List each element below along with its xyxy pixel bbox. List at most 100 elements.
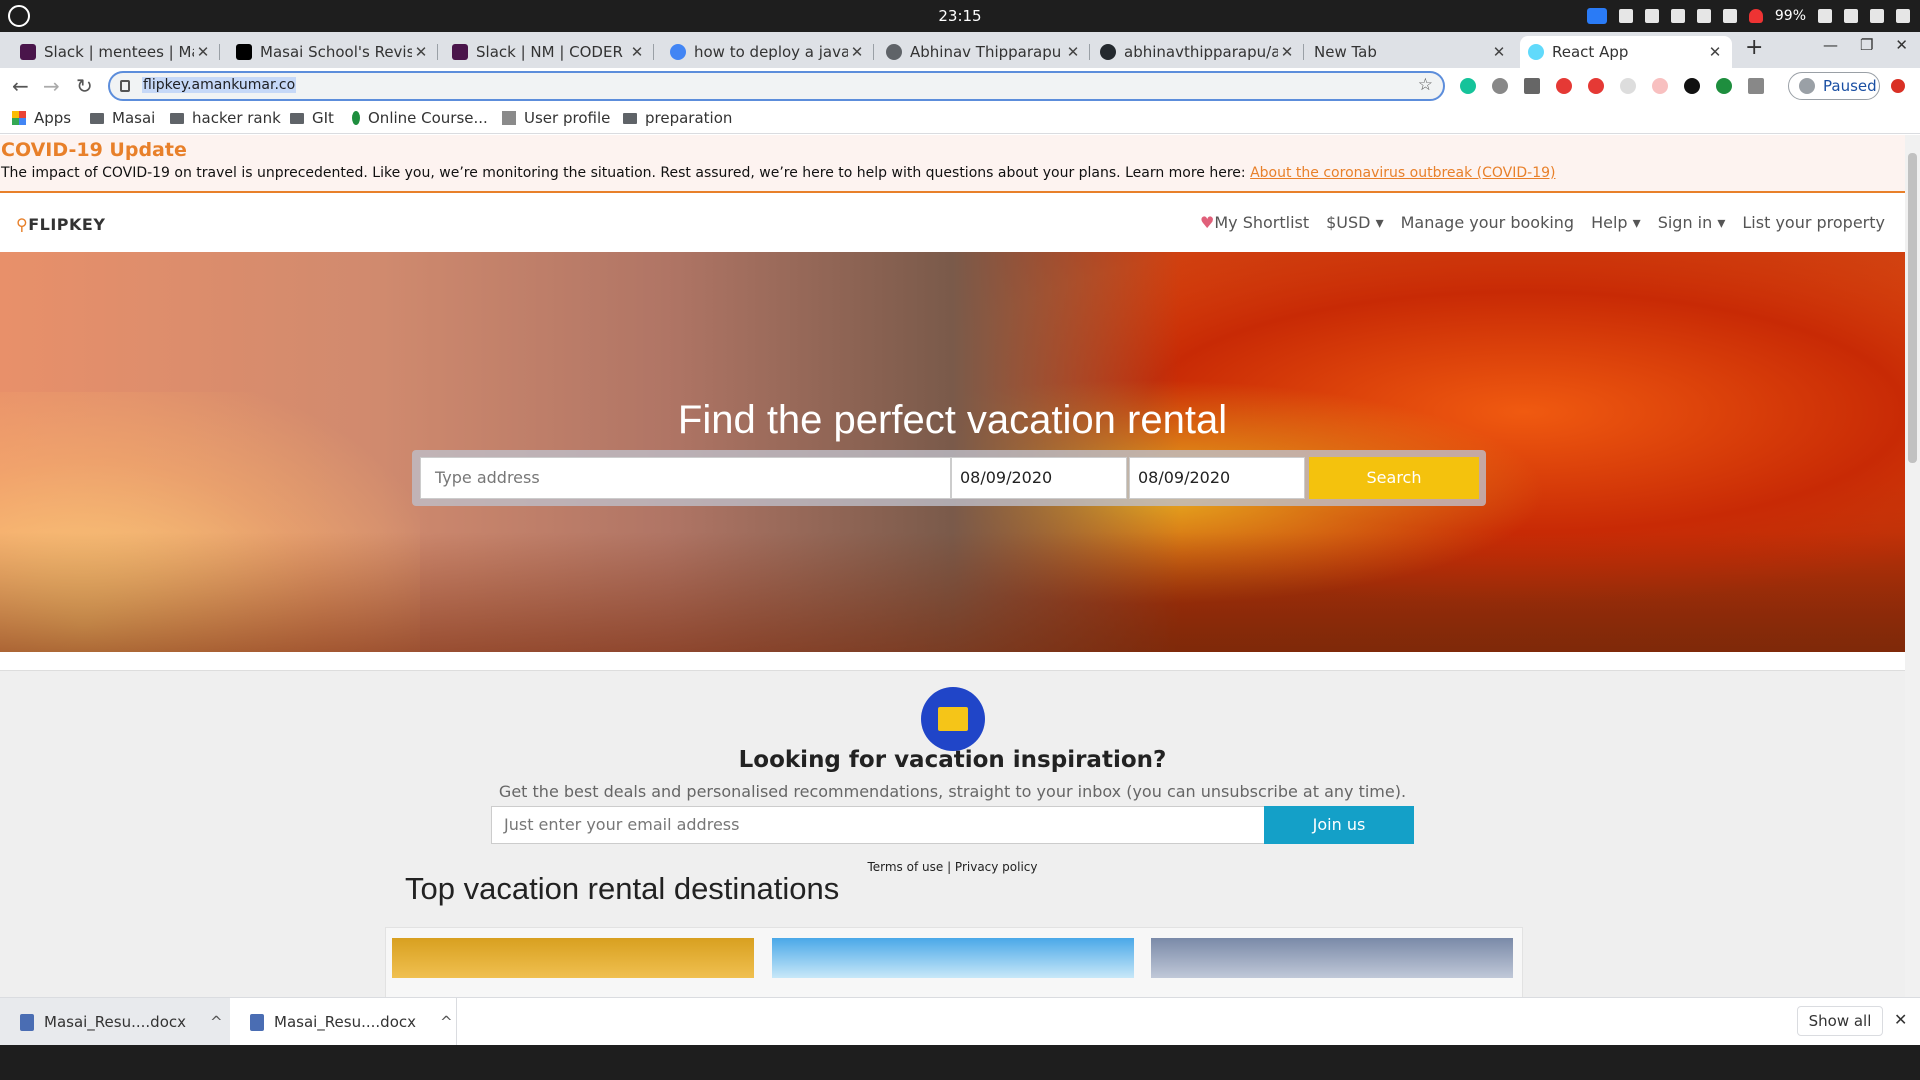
network-icon[interactable] xyxy=(1618,9,1633,23)
restore-button[interactable]: ❐ xyxy=(1860,36,1873,54)
close-icon[interactable]: ✕ xyxy=(848,43,866,61)
extension-icon[interactable] xyxy=(1620,78,1636,94)
bookmark-git[interactable]: GIt xyxy=(290,109,334,127)
bookmark-online-course[interactable]: Online Course... xyxy=(352,109,488,127)
back-button[interactable]: ← xyxy=(12,74,29,98)
caret-down-icon: ▾ xyxy=(1375,213,1384,232)
email-input[interactable]: Just enter your email address xyxy=(492,807,1264,843)
forward-button[interactable]: → xyxy=(43,74,60,98)
notification-bell-icon[interactable] xyxy=(1748,9,1763,23)
caret-down-icon: ▾ xyxy=(1717,213,1726,232)
search-button[interactable]: Search xyxy=(1309,457,1479,499)
nav-help[interactable]: Help ▾ xyxy=(1591,213,1641,232)
folder-icon xyxy=(290,112,304,124)
tab-masai-revision[interactable]: Masai School's Revision ✕ xyxy=(228,36,438,68)
tab-title: Slack | NM | CODER Sp xyxy=(476,43,628,61)
bookmark-star-icon[interactable]: ☆ xyxy=(1418,75,1433,95)
night-light-icon[interactable] xyxy=(1696,9,1711,23)
newsletter-section: Looking for vacation inspiration? Get th… xyxy=(0,670,1905,997)
nav-my-shortlist[interactable]: ♥My Shortlist xyxy=(1200,213,1309,232)
tab-google-search[interactable]: how to deploy a javasc ✕ xyxy=(662,36,874,68)
tab-github-repo[interactable]: abhinavthipparapu/ab ✕ xyxy=(1092,36,1304,68)
destination-card[interactable] xyxy=(1151,938,1513,978)
tab-slack-nm-coder[interactable]: Slack | NM | CODER Sp ✕ xyxy=(444,36,654,68)
bookmark-apps[interactable]: Apps xyxy=(12,109,71,127)
newsletter-form: Just enter your email address Join us xyxy=(491,806,1414,844)
flipkey-logo[interactable]: ⚲FLIPKEY xyxy=(16,215,105,234)
display-icon[interactable] xyxy=(1644,9,1659,23)
folder-icon[interactable] xyxy=(1722,9,1737,23)
covid-link[interactable]: About the coronavirus outbreak (COVID-19… xyxy=(1250,165,1555,181)
zoom-icon[interactable] xyxy=(1586,8,1607,24)
minimize-button[interactable]: — xyxy=(1823,36,1838,54)
close-icon[interactable]: ✕ xyxy=(194,43,212,61)
folder-icon xyxy=(90,112,104,124)
adblock-extension-icon[interactable] xyxy=(1588,78,1604,94)
profile-button[interactable]: Paused xyxy=(1788,72,1880,100)
close-icon[interactable]: ✕ xyxy=(412,43,430,61)
extension-icon[interactable] xyxy=(1716,78,1732,94)
bookmark-masai[interactable]: Masai xyxy=(90,109,155,127)
tab-abhinav-profile[interactable]: Abhinav Thipparapu ✕ xyxy=(878,36,1090,68)
extension-icon[interactable] xyxy=(1652,78,1668,94)
tab-slack-mentees[interactable]: Slack | mentees | Masai ✕ xyxy=(12,36,220,68)
new-tab-button[interactable]: + xyxy=(1745,35,1763,60)
tab-new-tab[interactable]: New Tab ✕ xyxy=(1306,36,1516,68)
nav-sign-in[interactable]: Sign in ▾ xyxy=(1658,213,1726,232)
url-text[interactable]: flipkey.amankumar.co xyxy=(142,77,297,93)
extension-icon[interactable] xyxy=(1492,78,1508,94)
download-item[interactable]: Masai_Resu....docx ^ xyxy=(0,998,230,1046)
bookmark-user-profile[interactable]: User profile xyxy=(502,109,610,127)
destination-card[interactable] xyxy=(392,938,754,978)
checkout-date-input[interactable]: 08/09/2020 xyxy=(1129,457,1305,499)
privacy-link[interactable]: Privacy policy xyxy=(955,860,1038,874)
camera-extension-icon[interactable] xyxy=(1748,78,1764,94)
chevron-up-icon[interactable]: ^ xyxy=(440,1013,453,1031)
page-scrollbar[interactable] xyxy=(1905,135,1920,997)
shield-extension-icon[interactable] xyxy=(1556,78,1572,94)
battery-icon[interactable] xyxy=(1818,9,1832,23)
hero-image-shade xyxy=(0,532,1905,652)
reload-button[interactable]: ↻ xyxy=(76,74,93,98)
checkin-date-input[interactable]: 08/09/2020 xyxy=(951,457,1127,499)
close-downloads-icon[interactable]: ✕ xyxy=(1894,1010,1907,1029)
destination-card[interactable] xyxy=(772,938,1134,978)
slack-icon xyxy=(20,44,36,60)
volume-icon[interactable] xyxy=(1844,9,1858,23)
lock-icon[interactable] xyxy=(120,80,130,92)
bookmark-label: hacker rank xyxy=(192,109,281,127)
tab-react-app[interactable]: React App ✕ xyxy=(1520,36,1732,68)
web-page: COVID-19 Update The impact of COVID-19 o… xyxy=(0,135,1905,997)
menu-icon[interactable] xyxy=(1670,9,1685,23)
pin-icon: ⚲ xyxy=(16,215,29,234)
close-icon[interactable]: ✕ xyxy=(628,43,646,61)
nav-currency[interactable]: $USD ▾ xyxy=(1326,213,1384,232)
address-bar[interactable]: flipkey.amankumar.co ☆ xyxy=(108,71,1445,101)
close-icon[interactable]: ✕ xyxy=(1490,43,1508,61)
address-input[interactable]: Type address xyxy=(420,457,951,499)
bookmark-hacker-rank[interactable]: hacker rank xyxy=(170,109,281,127)
tab-title: Abhinav Thipparapu xyxy=(910,43,1062,61)
nav-list-property[interactable]: List your property xyxy=(1742,213,1885,232)
nav-manage-booking[interactable]: Manage your booking xyxy=(1401,213,1574,232)
close-icon[interactable]: ✕ xyxy=(1706,43,1724,61)
download-item[interactable]: Masai_Resu....docx ^ xyxy=(230,998,457,1046)
download-filename: Masai_Resu....docx xyxy=(44,1013,187,1031)
grammarly-extension-icon[interactable] xyxy=(1460,78,1476,94)
extension-icon[interactable] xyxy=(1684,78,1700,94)
chevron-up-icon[interactable]: ^ xyxy=(210,1013,223,1031)
bluetooth-icon[interactable] xyxy=(1870,9,1884,23)
bookmark-preparation[interactable]: preparation xyxy=(623,109,732,127)
update-menu-icon[interactable] xyxy=(1891,79,1905,93)
extension-icon[interactable] xyxy=(1524,78,1540,94)
show-all-button[interactable]: Show all xyxy=(1797,1006,1883,1036)
tab-title: Masai School's Revision xyxy=(260,43,412,61)
close-icon[interactable]: ✕ xyxy=(1064,43,1082,61)
scrollbar-thumb[interactable] xyxy=(1908,153,1917,463)
notion-icon xyxy=(236,44,252,60)
power-icon[interactable] xyxy=(1896,9,1910,23)
join-button[interactable]: Join us xyxy=(1264,806,1414,844)
close-icon[interactable]: ✕ xyxy=(1278,43,1296,61)
close-window-button[interactable]: ✕ xyxy=(1895,36,1908,54)
terms-link[interactable]: Terms of use xyxy=(867,860,943,874)
